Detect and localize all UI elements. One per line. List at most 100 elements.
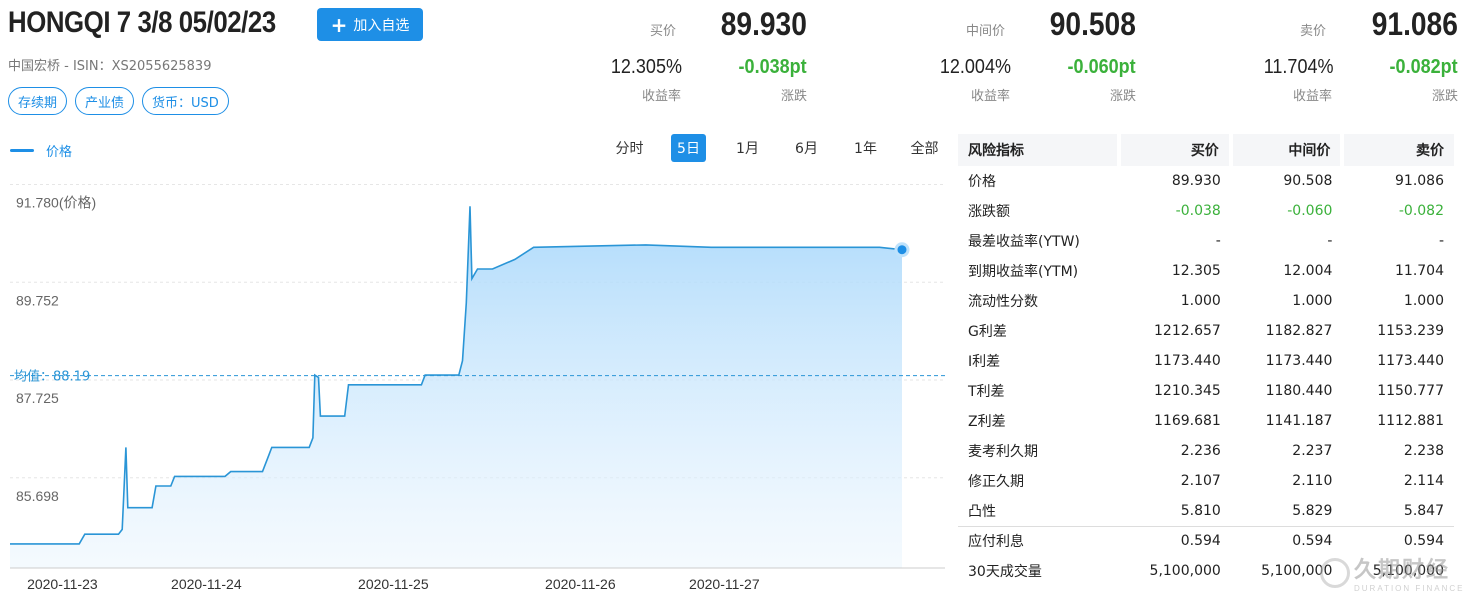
metric-name: 麦考利久期 xyxy=(968,444,1038,460)
average-label: 均值：88.19 xyxy=(14,369,90,385)
bid-value: 1210.345 xyxy=(1154,383,1221,399)
table-row: 修正久期 2.107 2.110 2.114 xyxy=(958,466,1454,496)
watermark-logo-icon xyxy=(1320,557,1350,588)
mid-value: 1180.440 xyxy=(1265,383,1333,399)
price-chart-svg: 均值：88.19 91.780(价格) 89.752 87.725 85.698 20… xyxy=(10,183,945,592)
quote-ask-label: 卖价 xyxy=(1300,24,1327,39)
legend-label: 价格 xyxy=(46,145,73,160)
quote-mid: 中间价 90.508 12.004% -0.060pt 收益率 涨跌 xyxy=(906,0,1136,110)
quote-mid-yield: 12.004% xyxy=(939,56,1011,78)
ask-value: 91.086 xyxy=(1395,173,1444,189)
metric-name: 流动性分数 xyxy=(968,294,1038,310)
bond-tags: 存续期 产业债 货币：USD xyxy=(8,87,229,115)
range-label: 1月 xyxy=(736,141,759,157)
add-to-watchlist-button[interactable]: + 加入自选 xyxy=(317,8,423,41)
y-tick-label: 91.780(价格) xyxy=(16,194,96,210)
quote-bid-label: 买价 xyxy=(650,24,677,39)
x-tick-label: 2020-11-23 xyxy=(27,576,98,592)
tag-bond-type[interactable]: 产业债 xyxy=(75,87,135,115)
bond-title: HONGQI 7 3/8 05/02/23 xyxy=(8,6,276,39)
ask-value: 1.000 xyxy=(1403,293,1444,309)
bid-value: 0.594 xyxy=(1119,525,1231,556)
quote-ask-price: 91.086 xyxy=(1371,6,1458,42)
mid-value: 12.004 xyxy=(1283,263,1333,279)
metric-name: 修正久期 xyxy=(968,474,1024,490)
metric-name: G利差 xyxy=(968,324,1007,340)
quote-ask-change: -0.082pt xyxy=(1389,56,1458,78)
ask-value: 11.704 xyxy=(1395,263,1444,279)
quote-bid-yield: 12.305% xyxy=(610,56,682,78)
ask-value: 1173.440 xyxy=(1377,353,1444,369)
range-1y[interactable]: 1年 xyxy=(836,134,895,162)
quote-bid-change: -0.038pt xyxy=(738,56,807,78)
col-header-bid: 买价 xyxy=(1117,134,1231,166)
ask-value: 2.114 xyxy=(1403,473,1444,489)
mid-value: 1141.187 xyxy=(1265,413,1333,429)
table-row: 麦考利久期 2.236 2.237 2.238 xyxy=(958,436,1454,466)
range-all[interactable]: 全部 xyxy=(895,134,954,162)
table-row: 流动性分数 1.000 1.000 1.000 xyxy=(958,286,1454,316)
mid-value: 1173.440 xyxy=(1265,353,1333,369)
quote-ask-change-label: 涨跌 xyxy=(1431,89,1458,104)
mid-value: 2.110 xyxy=(1292,473,1333,489)
ask-value: 5.847 xyxy=(1403,502,1444,519)
mid-value: 1182.827 xyxy=(1265,323,1333,339)
ask-value: 1112.881 xyxy=(1377,413,1444,429)
range-5d[interactable]: 5日 xyxy=(659,134,718,162)
risk-table-header: 风险指标 买价 中间价 卖价 xyxy=(958,134,1454,166)
metric-name: 到期收益率(YTM) xyxy=(968,264,1079,280)
mid-value: 2.237 xyxy=(1292,443,1333,459)
table-row: 涨跌额 -0.038 -0.060 -0.082 xyxy=(958,196,1454,226)
quote-bid-yield-label: 收益率 xyxy=(641,89,681,104)
range-1m[interactable]: 1月 xyxy=(718,134,777,162)
range-label: 全部 xyxy=(910,141,939,157)
price-area-fill xyxy=(10,206,902,569)
quote-ask-yield-label: 收益率 xyxy=(1292,89,1332,104)
x-tick-label: 2020-11-24 xyxy=(171,576,242,592)
bid-value: - xyxy=(1215,233,1221,249)
watermark-cn: 久期财经 xyxy=(1354,558,1451,583)
tag-currency[interactable]: 货币：USD xyxy=(142,87,229,115)
table-row: 价格 89.930 90.508 91.086 xyxy=(958,166,1454,196)
price-chart[interactable]: 均值：88.19 91.780(价格) 89.752 87.725 85.698 20… xyxy=(0,175,950,602)
quote-mid-change-label: 涨跌 xyxy=(1109,89,1136,104)
x-tick-label: 2020-11-27 xyxy=(689,576,760,592)
plus-icon: + xyxy=(330,12,348,37)
quote-mid-label: 中间价 xyxy=(966,24,1006,39)
ask-value: - xyxy=(1438,233,1444,249)
bid-value: 5,100,000 xyxy=(1149,563,1221,579)
metric-name: 最差收益率(YTW) xyxy=(968,234,1080,250)
bid-value: 2.236 xyxy=(1180,443,1221,459)
ask-value: -0.082 xyxy=(1398,203,1444,219)
table-row: 到期收益率(YTM) 12.305 12.004 11.704 xyxy=(958,256,1454,286)
table-row: T利差 1210.345 1180.440 1150.777 xyxy=(958,376,1454,406)
range-selector: 分时 5日 1月 6月 1年 全部 xyxy=(600,134,954,162)
bid-value: 1.000 xyxy=(1180,293,1221,309)
metric-name: 价格 xyxy=(968,174,996,190)
quote-bid-change-label: 涨跌 xyxy=(780,89,807,104)
table-row: Z利差 1169.681 1141.187 1112.881 xyxy=(958,406,1454,436)
table-row: I利差 1173.440 1173.440 1173.440 xyxy=(958,346,1454,376)
range-label: 1年 xyxy=(854,141,877,157)
metric-name: 应付利息 xyxy=(958,525,1120,556)
mid-value: 90.508 xyxy=(1283,173,1333,189)
watermark-en: DURATION FINANCE xyxy=(1354,584,1465,593)
y-tick-label: 87.725 xyxy=(16,390,59,406)
range-6m[interactable]: 6月 xyxy=(777,134,836,162)
bid-value: 89.930 xyxy=(1171,173,1221,189)
quote-bid-price: 89.930 xyxy=(720,6,807,42)
range-label: 5日 xyxy=(671,134,706,162)
quote-mid-yield-label: 收益率 xyxy=(970,89,1010,104)
metric-name: I利差 xyxy=(968,354,1001,370)
bid-value: -0.038 xyxy=(1175,203,1221,219)
x-tick-label: 2020-11-26 xyxy=(545,576,616,592)
last-price-marker[interactable] xyxy=(894,242,910,258)
quote-mid-price: 90.508 xyxy=(1049,6,1136,42)
tag-duration-status[interactable]: 存续期 xyxy=(8,87,68,115)
watermark: 久期财经 DURATION FINANCE xyxy=(1320,552,1465,593)
chart-legend[interactable]: 价格 xyxy=(10,141,72,160)
quote-bid: 买价 89.930 12.305% -0.038pt 收益率 涨跌 xyxy=(577,0,807,110)
range-intraday[interactable]: 分时 xyxy=(600,134,659,162)
table-row: 最差收益率(YTW) - - - xyxy=(958,226,1454,256)
bid-value: 1169.681 xyxy=(1154,413,1221,429)
